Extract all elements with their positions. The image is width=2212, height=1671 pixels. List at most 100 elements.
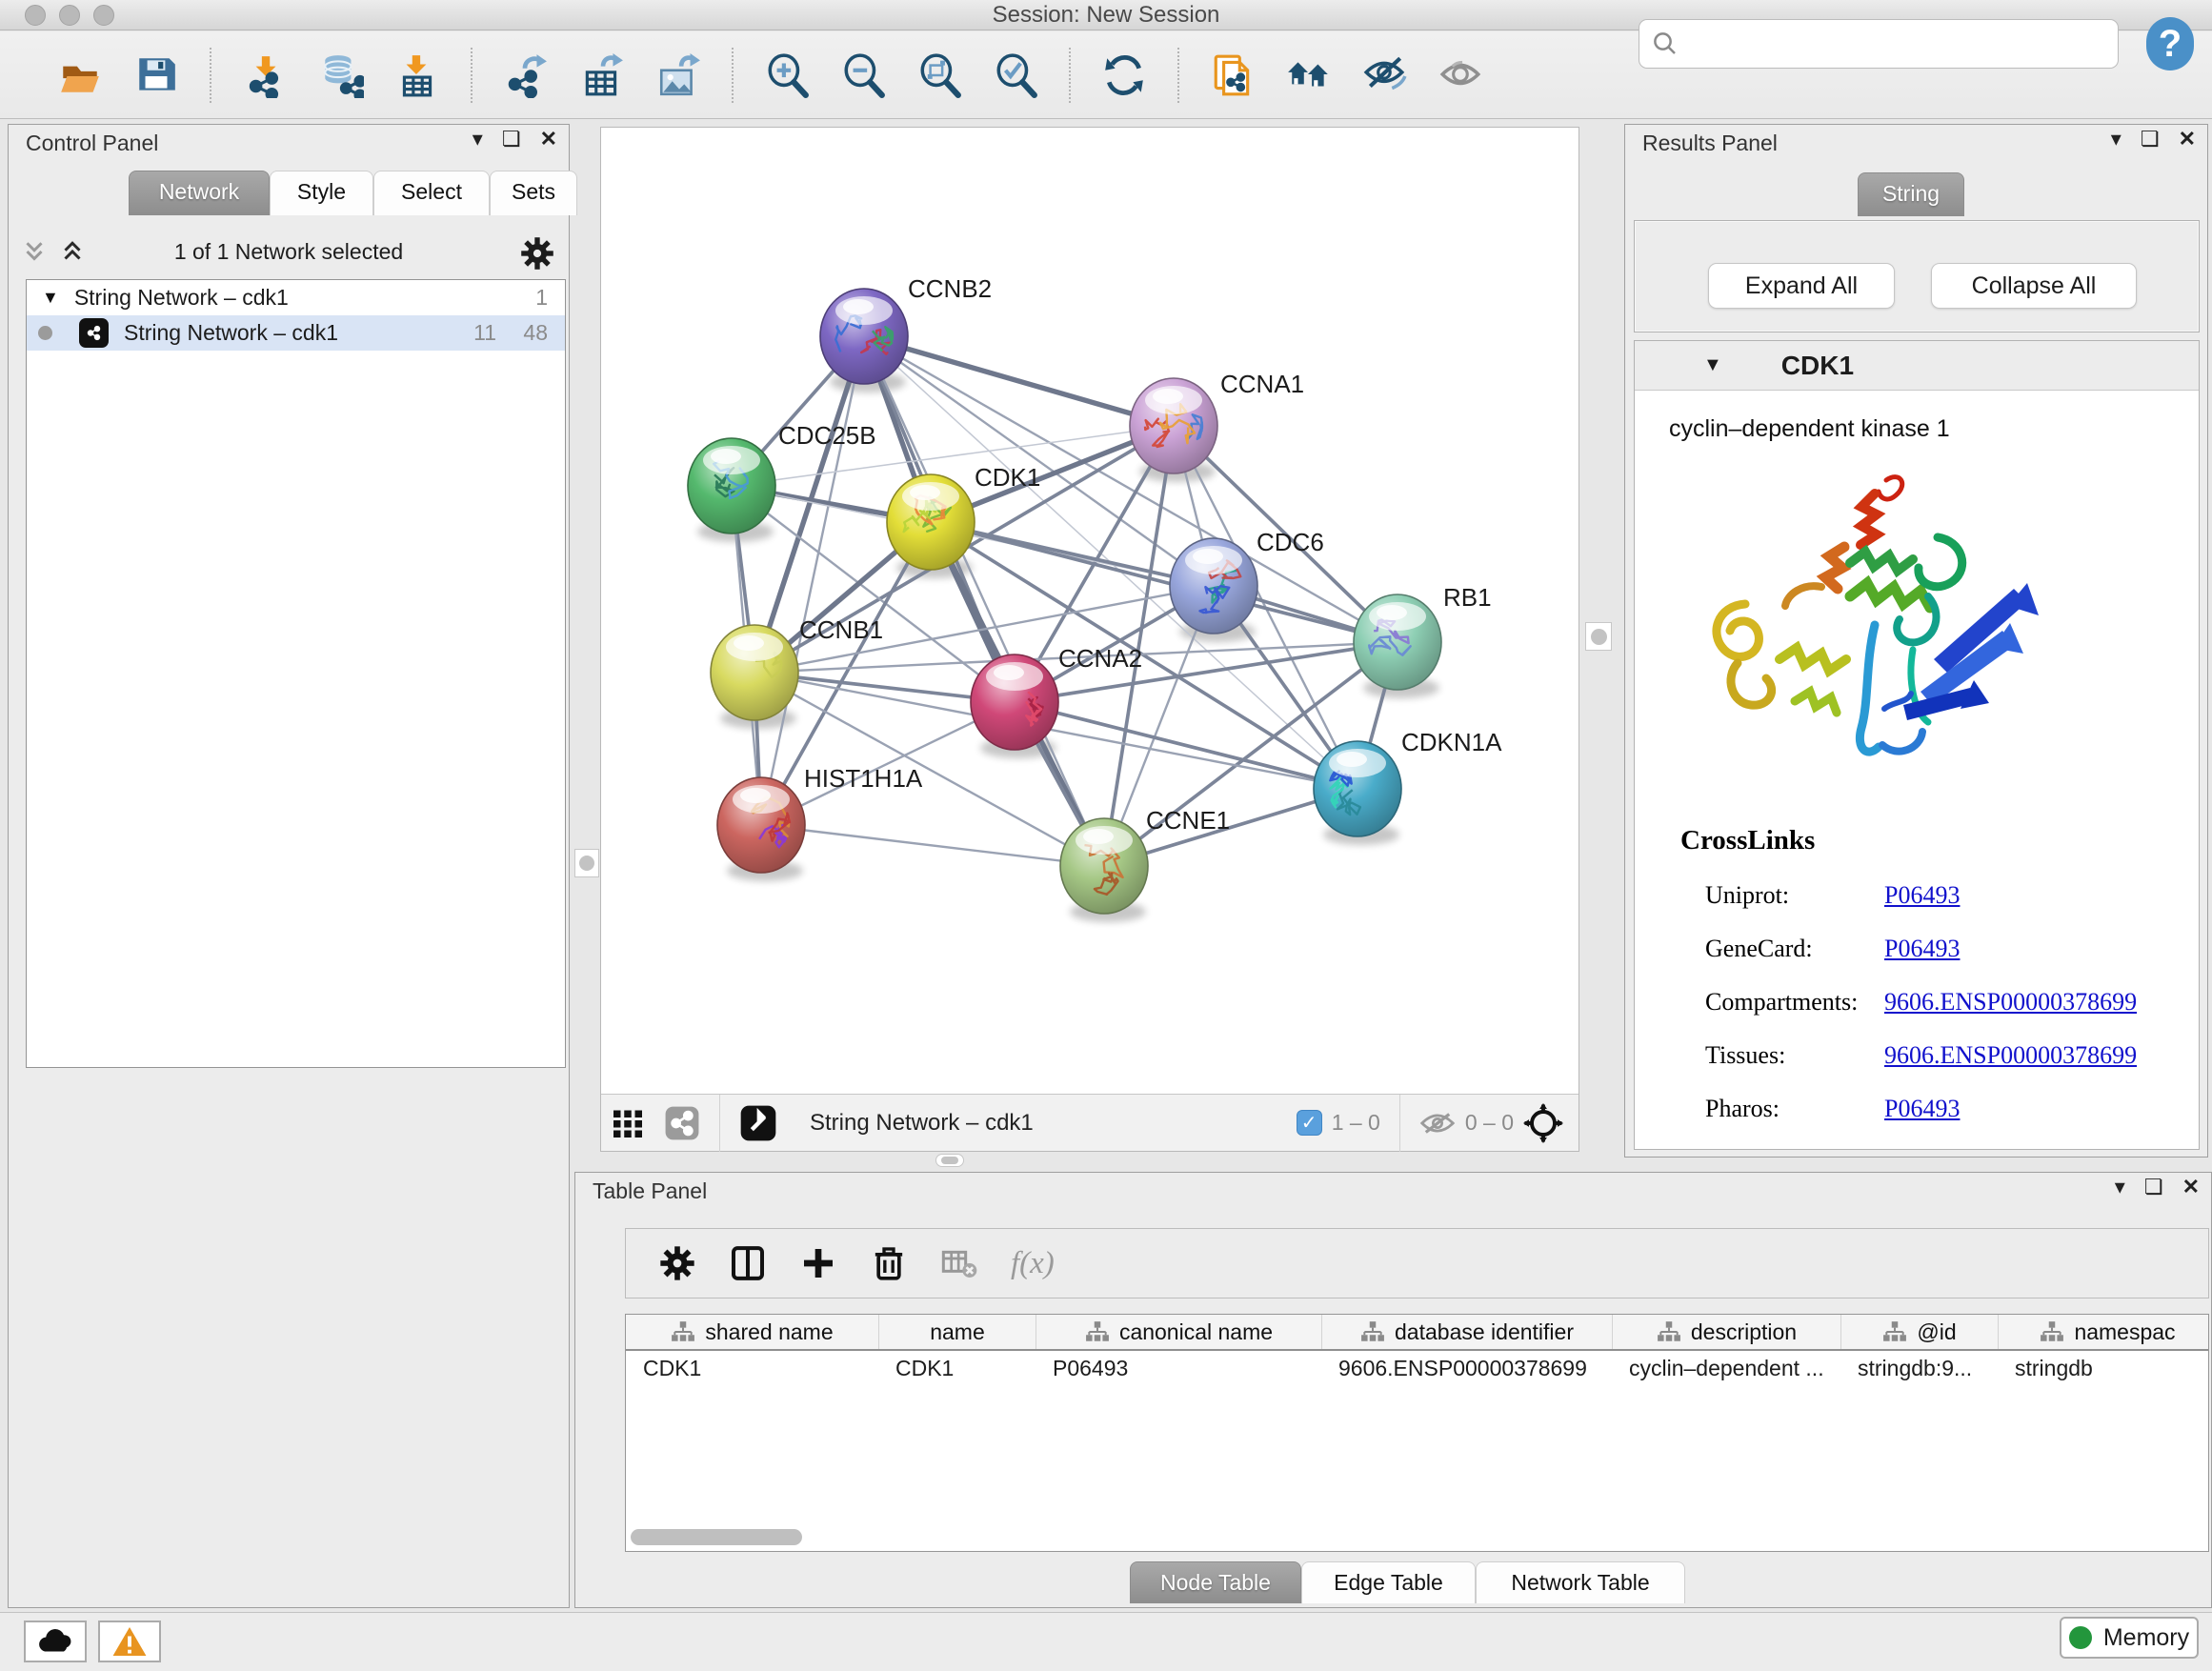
open-in-new-window-icon[interactable]: [739, 1104, 777, 1142]
save-session-icon[interactable]: [131, 50, 181, 100]
search-input[interactable]: [1691, 30, 2106, 57]
hide-selected-icon[interactable]: [1360, 50, 1410, 100]
tab-network-table[interactable]: Network Table: [1476, 1561, 1685, 1603]
node-CDC25B[interactable]: [688, 438, 775, 534]
column-header-namespac[interactable]: namespac: [1998, 1315, 2209, 1349]
zoom-out-icon[interactable]: [838, 50, 888, 100]
node-CDC6[interactable]: [1170, 538, 1257, 634]
tree-expand-icon[interactable]: ▼: [42, 288, 59, 308]
node-CCNB1[interactable]: [711, 625, 798, 720]
network-collection-row[interactable]: ▼ String Network – cdk1 1: [27, 280, 565, 315]
tab-edge-table[interactable]: Edge Table: [1301, 1561, 1476, 1603]
cell-name[interactable]: CDK1: [878, 1356, 1036, 1381]
cloud-icon: [35, 1627, 75, 1656]
cloud-button[interactable]: [24, 1621, 87, 1662]
collapse-all-button[interactable]: Collapse All: [1931, 263, 2137, 309]
node-CCNB2[interactable]: [820, 289, 908, 384]
delete-column-trash-icon[interactable]: [870, 1244, 908, 1282]
horizontal-splitter-handle[interactable]: [935, 1154, 964, 1167]
selected-checkbox-icon[interactable]: ✓: [1297, 1110, 1322, 1136]
cell--id[interactable]: stringdb:9...: [1840, 1356, 1998, 1381]
panel-close-icon[interactable]: ✕: [2179, 129, 2196, 150]
column-header-description[interactable]: description: [1612, 1315, 1840, 1349]
table-options-gear-icon[interactable]: [658, 1244, 696, 1282]
table-row[interactable]: CDK1CDK1P064939606.ENSP00000378699cyclin…: [626, 1351, 2208, 1386]
panel-close-icon[interactable]: ✕: [540, 129, 557, 150]
export-table-icon[interactable]: [577, 50, 627, 100]
expand-all-button[interactable]: Expand All: [1708, 263, 1895, 309]
network-row[interactable]: String Network – cdk1 11 48: [27, 315, 565, 351]
column-header--id[interactable]: @id: [1840, 1315, 1998, 1349]
clone-network-icon[interactable]: [1208, 50, 1257, 100]
zoom-fit-icon[interactable]: [915, 50, 964, 100]
column-header-canonical-name[interactable]: canonical name: [1036, 1315, 1321, 1349]
node-CDKN1A[interactable]: [1314, 741, 1401, 836]
node-CCNA2[interactable]: [971, 654, 1058, 750]
cell-database-identifier[interactable]: 9606.ENSP00000378699: [1321, 1356, 1612, 1381]
tab-network[interactable]: Network: [129, 171, 270, 215]
edge-HIST1H1A-CCNE1[interactable]: [761, 825, 1104, 866]
cell-description[interactable]: cyclin–dependent ...: [1612, 1356, 1840, 1381]
panel-float-icon[interactable]: ❏: [2141, 129, 2160, 150]
cell-shared-name[interactable]: CDK1: [626, 1356, 878, 1381]
grid-view-icon[interactable]: [611, 1106, 645, 1140]
tab-select[interactable]: Select: [373, 171, 490, 215]
edge-CCNB2-HIST1H1A[interactable]: [761, 336, 864, 825]
share-view-icon[interactable]: [664, 1105, 700, 1141]
node-table[interactable]: shared namenamecanonical namedatabase id…: [625, 1314, 2209, 1552]
tab-style[interactable]: Style: [270, 171, 373, 215]
node-HIST1H1A[interactable]: [717, 777, 805, 873]
cell-namespac[interactable]: stringdb: [1998, 1356, 2209, 1381]
tab-string[interactable]: String: [1858, 172, 1964, 216]
show-all-icon[interactable]: [1437, 50, 1486, 100]
show-columns-icon[interactable]: [729, 1244, 767, 1282]
panel-menu-icon[interactable]: ▾: [2111, 129, 2122, 150]
panel-float-icon[interactable]: ❏: [2144, 1177, 2163, 1198]
left-splitter-handle[interactable]: [574, 849, 599, 877]
open-session-icon[interactable]: [55, 50, 105, 100]
panel-float-icon[interactable]: ❏: [502, 129, 521, 150]
table-horizontal-scrollbar[interactable]: [631, 1529, 802, 1545]
panel-menu-icon[interactable]: ▾: [473, 129, 483, 150]
cell-canonical-name[interactable]: P06493: [1036, 1356, 1321, 1381]
panel-menu-icon[interactable]: ▾: [2115, 1177, 2125, 1198]
section-caret-icon[interactable]: ▼: [1703, 354, 1722, 376]
node-CDK1[interactable]: [887, 474, 975, 570]
refresh-icon[interactable]: [1099, 50, 1149, 100]
node-CCNE1[interactable]: [1060, 818, 1148, 914]
home-icon[interactable]: [1284, 50, 1334, 100]
warning-button[interactable]: [98, 1621, 161, 1662]
edge-CDK1-RB1[interactable]: [931, 522, 1398, 642]
edge-CCNB2-CCNA1[interactable]: [864, 336, 1174, 426]
network-options-gear-icon[interactable]: [519, 235, 555, 272]
column-header-name[interactable]: name: [878, 1315, 1036, 1349]
node-label-CCNE1: CCNE1: [1146, 806, 1230, 835]
node-section-header[interactable]: ▼ CDK1: [1635, 341, 2199, 391]
panel-close-icon[interactable]: ✕: [2182, 1177, 2200, 1198]
crosslink-link[interactable]: P06493: [1884, 1095, 1960, 1123]
zoom-in-icon[interactable]: [762, 50, 812, 100]
tab-sets[interactable]: Sets: [490, 171, 577, 215]
memory-button[interactable]: Memory: [2060, 1617, 2199, 1659]
export-image-icon[interactable]: [654, 50, 703, 100]
import-database-icon[interactable]: [316, 50, 366, 100]
column-header-database-identifier[interactable]: database identifier: [1321, 1315, 1612, 1349]
fit-selected-crosshair-icon[interactable]: [1523, 1103, 1563, 1143]
right-splitter-handle[interactable]: [1585, 622, 1612, 651]
create-column-plus-icon[interactable]: [799, 1244, 837, 1282]
node-CCNA1[interactable]: [1130, 378, 1217, 473]
zoom-selected-icon[interactable]: [991, 50, 1040, 100]
crosslink-link[interactable]: 9606.ENSP00000378699: [1884, 1041, 2137, 1070]
network-canvas[interactable]: CCNB2CCNA1CDC25BCDK1CDC6RB1CCNB1CCNA2CDK…: [601, 128, 1580, 1095]
help-button[interactable]: ?: [2146, 17, 2194, 70]
import-table-icon[interactable]: [392, 50, 442, 100]
import-network-icon[interactable]: [240, 50, 290, 100]
crosslink-link[interactable]: 9606.ENSP00000378699: [1884, 988, 2137, 1017]
tab-node-table[interactable]: Node Table: [1130, 1561, 1301, 1603]
column-header-shared-name[interactable]: shared name: [626, 1315, 878, 1349]
crosslink-link[interactable]: P06493: [1884, 881, 1960, 910]
crosslink-link[interactable]: P06493: [1884, 935, 1960, 963]
table-panel-title: Table Panel: [593, 1178, 707, 1204]
node-RB1[interactable]: [1354, 594, 1441, 690]
export-network-icon[interactable]: [501, 50, 551, 100]
